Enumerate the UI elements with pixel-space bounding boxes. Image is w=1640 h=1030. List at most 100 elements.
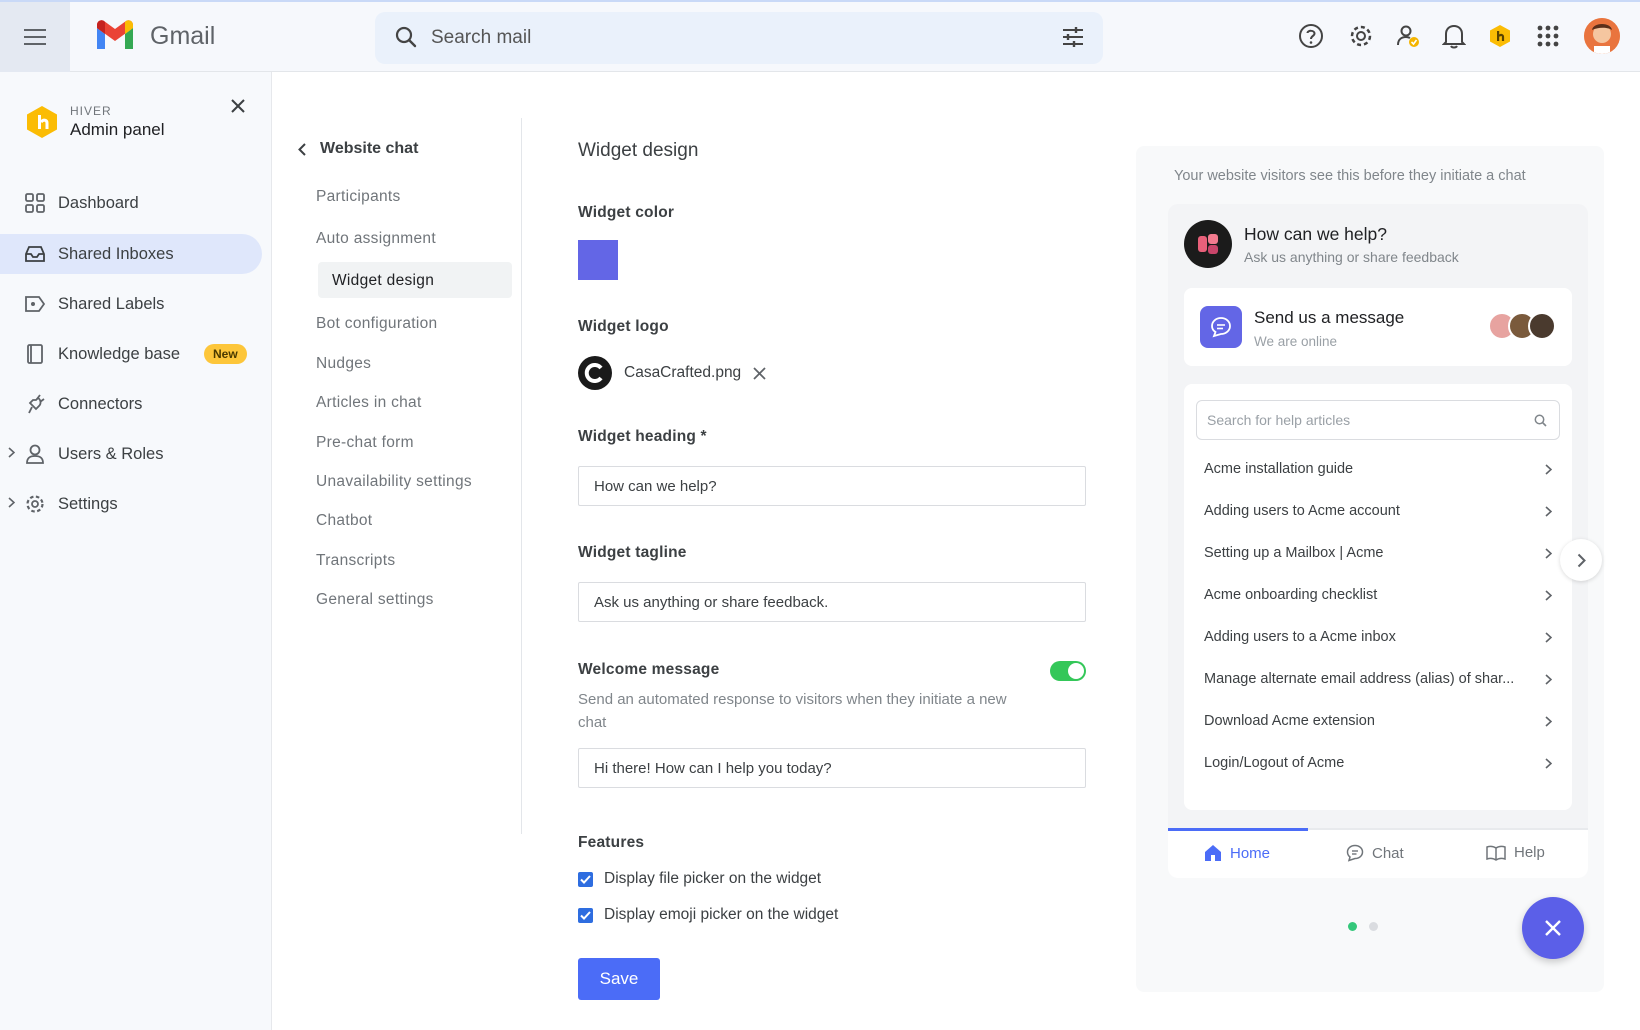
article-title: Adding users to Acme account <box>1204 503 1400 519</box>
widget-tagline-preview: Ask us anything or share feedback <box>1244 248 1459 265</box>
subnav-item-articles-in-chat[interactable]: Articles in chat <box>316 394 422 412</box>
article-item[interactable]: Adding users to Acme account <box>1184 490 1572 532</box>
search-icon[interactable] <box>395 26 417 48</box>
hiver-logo-icon <box>27 106 57 138</box>
tab-label: Help <box>1514 844 1545 861</box>
checkmark-icon <box>580 874 591 884</box>
main-menu-button[interactable] <box>0 2 70 72</box>
toggle-knob <box>1068 663 1084 679</box>
feature-file-picker[interactable]: Display file picker on the widget <box>578 870 821 888</box>
emoji-picker-checkbox[interactable] <box>578 907 593 923</box>
feature-label: Display file picker on the widget <box>604 870 822 887</box>
preview-caption: Your website visitors see this before th… <box>1174 168 1526 184</box>
page-title: Widget design <box>578 140 699 161</box>
widget-heading-input[interactable] <box>578 466 1086 506</box>
sidebar-item-users-roles[interactable]: Users & Roles <box>0 434 262 474</box>
sidebar-item-shared-labels[interactable]: Shared Labels <box>0 284 262 324</box>
article-item[interactable]: Login/Logout of Acme <box>1184 742 1572 784</box>
back-to-website-chat[interactable]: Website chat <box>298 140 418 158</box>
article-item[interactable]: Setting up a Mailbox | Acme <box>1184 532 1572 574</box>
subnav-item-auto-assignment[interactable]: Auto assignment <box>316 230 436 248</box>
widget-launcher-button[interactable] <box>1522 897 1584 959</box>
next-preview-button[interactable] <box>1560 539 1602 581</box>
tab-chat[interactable]: Chat <box>1346 844 1404 862</box>
subnav-item-unavailability-settings[interactable]: Unavailability settings <box>316 473 472 491</box>
file-picker-checkbox[interactable] <box>578 871 593 887</box>
article-title: Acme onboarding checklist <box>1204 587 1378 603</box>
sidebar-item-label: Shared Labels <box>58 294 165 313</box>
chevron-right-icon <box>1545 589 1552 601</box>
widget-color-swatch[interactable] <box>578 240 618 280</box>
inbox-icon <box>24 243 46 265</box>
account-avatar[interactable] <box>1584 18 1620 54</box>
page-dot[interactable] <box>1369 922 1378 931</box>
close-panel-button[interactable] <box>228 96 248 116</box>
tab-label: Home <box>1230 844 1271 862</box>
logo-file-name: CasaCrafted.png <box>624 364 742 381</box>
subnav-item-chatbot[interactable]: Chatbot <box>316 512 372 530</box>
send-message-title: Send us a message <box>1254 308 1405 327</box>
user-status-icon[interactable] <box>1394 22 1422 50</box>
home-icon <box>1205 845 1221 861</box>
tab-home[interactable]: Home <box>1204 844 1270 862</box>
search-options-icon[interactable] <box>1061 26 1085 48</box>
search-bar[interactable] <box>375 12 1103 64</box>
welcome-message-input[interactable] <box>578 748 1086 788</box>
chat-widget-preview: How can we help? Ask us anything or shar… <box>1168 204 1588 878</box>
plug-icon <box>24 393 46 415</box>
article-title: Setting up a Mailbox | Acme <box>1204 545 1384 561</box>
article-item[interactable]: Acme onboarding checklist <box>1184 574 1572 616</box>
preview-pagination <box>1348 922 1378 931</box>
save-button[interactable]: Save <box>578 958 660 1000</box>
send-message-card[interactable]: Send us a message We are online <box>1184 288 1572 366</box>
label-icon <box>24 293 46 315</box>
chevron-left-icon <box>298 142 306 156</box>
chevron-right-icon <box>8 497 15 508</box>
subnav-item-transcripts[interactable]: Transcripts <box>316 552 395 570</box>
search-input[interactable] <box>431 21 1011 55</box>
help-search-input[interactable] <box>1196 400 1560 440</box>
article-item[interactable]: Manage alternate email address (alias) o… <box>1184 658 1572 700</box>
widget-color-label: Widget color <box>578 204 675 221</box>
welcome-message-toggle[interactable] <box>1050 661 1086 681</box>
subnav-item-general-settings[interactable]: General settings <box>316 591 434 609</box>
article-item[interactable]: Adding users to a Acme inbox <box>1184 616 1572 658</box>
article-title: Adding users to a Acme inbox <box>1204 629 1396 645</box>
help-icon[interactable] <box>1297 22 1325 50</box>
hiver-extension-icon[interactable] <box>1486 22 1514 50</box>
feature-emoji-picker[interactable]: Display emoji picker on the widget <box>578 906 838 924</box>
tab-help[interactable]: Help <box>1486 844 1545 861</box>
sidebar-item-dashboard[interactable]: Dashboard <box>0 183 262 223</box>
sidebar-item-shared-inboxes[interactable]: Shared Inboxes <box>0 234 262 274</box>
chevron-right-icon <box>1545 547 1552 559</box>
widget-heading-preview: How can we help? <box>1244 223 1387 244</box>
app-name: Gmail <box>150 21 216 50</box>
apps-grid-icon[interactable] <box>1534 22 1562 50</box>
agent-avatars <box>1488 312 1556 340</box>
chat-icon <box>1346 844 1364 862</box>
sidebar-item-connectors[interactable]: Connectors <box>0 384 262 424</box>
page-dot-active[interactable] <box>1348 922 1357 931</box>
gear-icon[interactable] <box>1347 22 1375 50</box>
subnav-item-widget-design[interactable]: Widget design <box>318 262 512 298</box>
widget-header: How can we help? Ask us anything or shar… <box>1184 220 1459 268</box>
subnav-item-participants[interactable]: Participants <box>316 188 401 206</box>
sidebar-item-label: Shared Inboxes <box>58 244 174 263</box>
subnav-item-pre-chat-form[interactable]: Pre-chat form <box>316 434 414 452</box>
sidebar-item-settings[interactable]: Settings <box>0 484 262 524</box>
bell-icon[interactable] <box>1440 22 1468 50</box>
chevron-right-icon <box>1545 673 1552 685</box>
subnav-item-nudges[interactable]: Nudges <box>316 355 371 373</box>
sidebar-item-label: Users & Roles <box>58 444 164 463</box>
article-item[interactable]: Acme installation guide <box>1184 448 1572 490</box>
widget-tab-bar: Home Chat Help <box>1168 828 1588 878</box>
search-icon <box>1534 414 1547 427</box>
remove-logo-button[interactable] <box>753 366 766 380</box>
sidebar-item-knowledge-base[interactable]: Knowledge base New <box>0 334 262 374</box>
chat-bubble-icon <box>1200 306 1242 348</box>
subnav-title: Website chat <box>320 140 419 157</box>
widget-tagline-input[interactable] <box>578 582 1086 622</box>
article-item[interactable]: Download Acme extension <box>1184 700 1572 742</box>
gmail-logo[interactable]: Gmail <box>94 20 215 52</box>
subnav-item-bot-configuration[interactable]: Bot configuration <box>316 315 437 333</box>
